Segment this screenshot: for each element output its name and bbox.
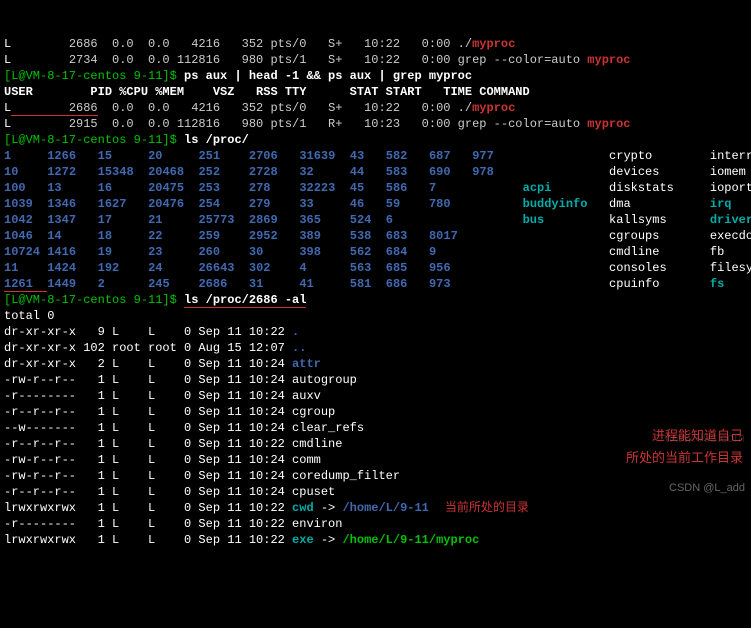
terminal-window[interactable]: L 2686 0.0 0.0 4216 352 pts/0 S+ 10:22 0… <box>0 0 751 500</box>
annotation-side-2: 所处的当前工作目录 <box>626 450 743 466</box>
watermark-bg: www.99s.com <box>665 430 745 446</box>
watermark-csdn: CSDN @L_add <box>669 480 745 496</box>
